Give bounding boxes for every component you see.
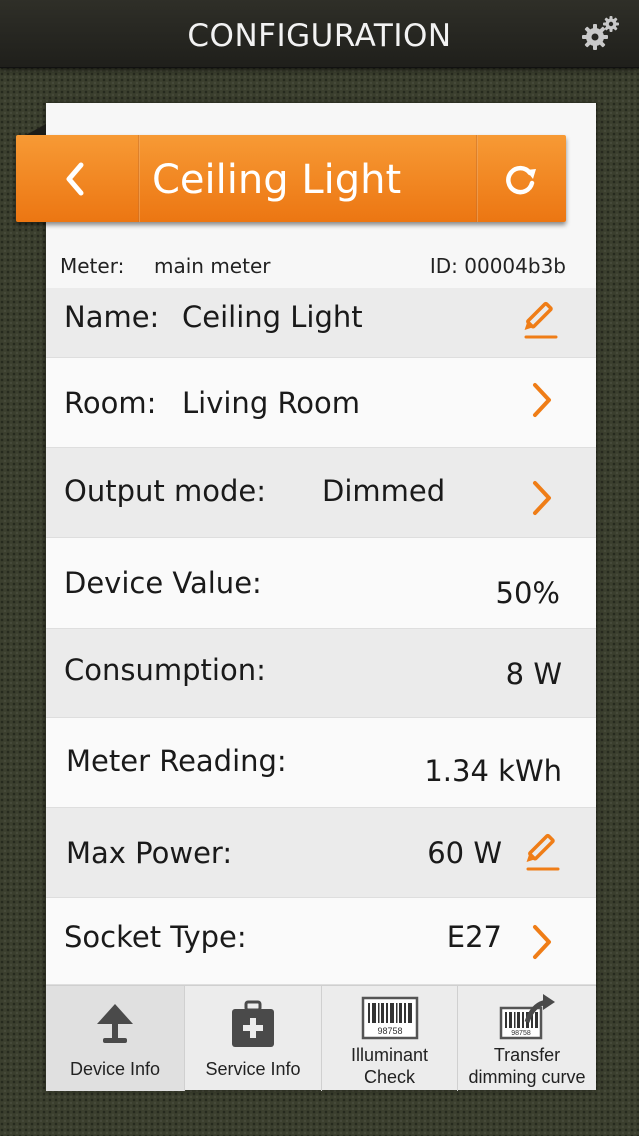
tab-device-info[interactable]: Device Info [46,986,185,1091]
device-title: Ceiling Light [152,157,402,203]
top-bar: CONFIGURATION [0,0,639,68]
back-button[interactable] [16,135,138,222]
tab-transfer-line1: Transfer [493,1045,561,1065]
refresh-icon [506,165,536,195]
meter-info-line: Meter: main meter ID: 00004b3b [46,248,596,288]
tab-transfer-line2: dimming curve [468,1067,586,1087]
row-meter-reading: Meter Reading: 1.34 kWh [46,718,596,808]
tab-device-info-label: Device Info [69,1059,161,1079]
max-power-label: Max Power: [66,836,233,870]
tab-service-info-label: Service Info [205,1059,301,1079]
device-value-label: Device Value: [64,566,262,600]
meter-reading-value: 1.34 kWh [424,754,562,788]
first-aid-kit-icon [232,1000,274,1047]
row-max-power[interactable]: Max Power: 60 W [46,808,596,898]
name-value: Ceiling Light [182,300,363,334]
refresh-button[interactable] [478,135,566,222]
output-mode-label: Output mode: [64,474,266,508]
room-value: Living Room [182,386,361,420]
row-device-value: Device Value: 50% [46,538,596,629]
tab-transfer-dimming-curve-label: Transfer dimming curve [458,1044,596,1088]
device-header-ribbon: Ceiling Light [16,135,566,222]
max-power-value: 60 W [427,836,502,870]
gear-icon [582,16,619,50]
room-label: Room: [64,386,157,420]
row-socket-type[interactable]: Socket Type: E27 [46,898,596,985]
pencil-icon[interactable] [520,300,560,340]
transfer-barcode-icon: 98758 [499,994,555,1040]
device-value-value: 50% [495,576,560,610]
chevron-right-icon [533,925,551,959]
barcode-number: 98758 [377,1026,402,1036]
settings-button[interactable] [579,13,623,53]
ribbon-separator [138,135,140,222]
socket-type-value: E27 [446,920,502,954]
output-mode-value: Dimmed [322,474,446,508]
bottom-tab-bar: Device Info Service Info 98758 Illuminan… [46,985,596,1091]
barcode-number: 98758 [511,1030,531,1037]
meter-reading-label: Meter Reading: [66,744,287,778]
tab-illuminant-check-line1: Illuminant [350,1045,429,1065]
barcode-icon: 98758 [361,996,418,1040]
name-label: Name: [64,300,160,334]
meter-value: main meter [154,254,271,278]
tab-illuminant-check-line2: Check [363,1067,416,1087]
tab-transfer-dimming-curve[interactable]: 98758 Transfer dimming curve [458,986,596,1091]
chevron-left-icon [66,162,84,196]
pencil-icon[interactable] [522,832,562,872]
consumption-label: Consumption: [64,653,266,687]
chevron-right-icon [533,383,551,417]
tab-service-info[interactable]: Service Info [185,986,322,1091]
row-consumption: Consumption: 8 W [46,629,596,718]
chevron-right-icon [533,481,551,515]
device-id: ID: 00004b3b [429,254,566,278]
meter-label: Meter: [60,254,125,278]
socket-type-label: Socket Type: [64,920,247,954]
tab-illuminant-check[interactable]: 98758 Illuminant Check [322,986,458,1091]
row-room[interactable]: Room: Living Room [46,358,596,448]
row-output-mode[interactable]: Output mode: Dimmed [46,448,596,538]
page-title: CONFIGURATION [187,18,452,54]
lamp-icon [97,1004,133,1043]
row-name[interactable]: Name: Ceiling Light [46,288,596,358]
tab-illuminant-check-label: Illuminant Check [322,1044,457,1088]
consumption-value: 8 W [505,657,562,691]
